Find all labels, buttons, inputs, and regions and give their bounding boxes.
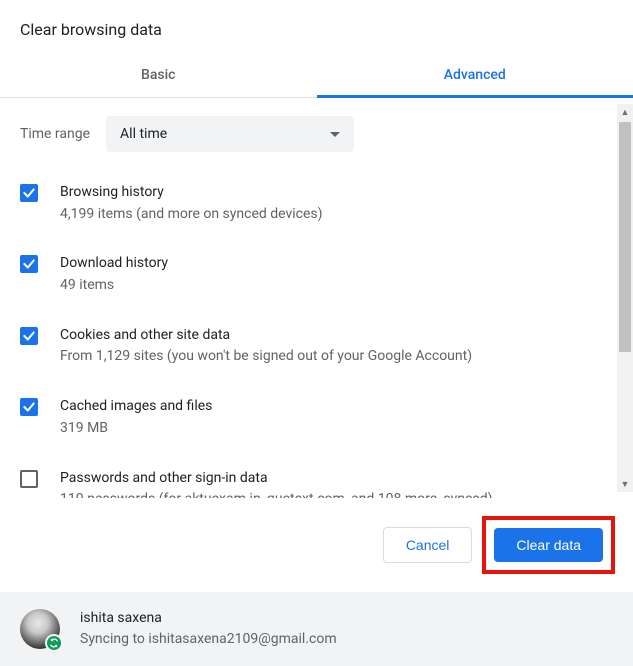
annotation-highlight: Clear data	[482, 516, 615, 574]
time-range-row: Time range All time	[20, 98, 613, 172]
list-item: Cached images and files319 MB	[20, 386, 613, 457]
dialog-title: Clear browsing data	[0, 0, 633, 55]
item-text: Cookies and other site dataFrom 1,129 si…	[60, 325, 472, 368]
sync-badge-icon	[45, 634, 63, 652]
time-range-label: Time range	[20, 126, 90, 142]
item-label: Browsing history	[60, 182, 323, 204]
list-item: Browsing history4,199 items (and more on…	[20, 172, 613, 243]
item-text: Download history49 items	[60, 253, 168, 296]
time-range-select[interactable]: All time	[106, 116, 354, 152]
caret-down-icon	[330, 126, 340, 142]
clear-browsing-data-dialog: Clear browsing data Basic Advanced Time …	[0, 0, 633, 666]
item-text: Browsing history4,199 items (and more on…	[60, 182, 323, 225]
item-label: Download history	[60, 253, 168, 275]
scroll-up-arrow-icon[interactable]: ▲	[617, 104, 633, 120]
cancel-button[interactable]: Cancel	[383, 527, 473, 563]
item-label: Cached images and files	[60, 396, 212, 418]
item-description: 110 passwords (for aktuexam.in, quetext.…	[60, 489, 492, 498]
dialog-actions: Cancel Clear data	[0, 498, 633, 592]
list-item: Passwords and other sign-in data110 pass…	[20, 458, 613, 499]
checkbox[interactable]	[20, 327, 38, 345]
tab-advanced[interactable]: Advanced	[317, 55, 633, 97]
tab-bar: Basic Advanced	[0, 55, 633, 98]
list-item: Cookies and other site dataFrom 1,129 si…	[20, 315, 613, 386]
item-text: Passwords and other sign-in data110 pass…	[60, 468, 492, 499]
tab-basic[interactable]: Basic	[0, 55, 317, 97]
account-text: ishita saxena Syncing to ishitasaxena210…	[80, 608, 337, 650]
item-description: 49 items	[60, 275, 168, 297]
account-name: ishita saxena	[80, 608, 337, 629]
list-item: Download history49 items	[20, 243, 613, 314]
item-text: Cached images and files319 MB	[60, 396, 212, 439]
item-label: Cookies and other site data	[60, 325, 472, 347]
account-status: Syncing to ishitasaxena2109@gmail.com	[80, 629, 337, 650]
clear-data-button[interactable]: Clear data	[494, 528, 603, 562]
item-description: 319 MB	[60, 418, 212, 440]
checkbox[interactable]	[20, 255, 38, 273]
time-range-value: All time	[120, 126, 167, 142]
scrollbar[interactable]: ▲ ▼	[617, 104, 633, 492]
options-list: Browsing history4,199 items (and more on…	[20, 172, 613, 498]
item-label: Passwords and other sign-in data	[60, 468, 492, 490]
account-row: ishita saxena Syncing to ishitasaxena210…	[0, 592, 633, 666]
scrollbar-thumb[interactable]	[619, 122, 631, 352]
checkbox[interactable]	[20, 398, 38, 416]
checkbox[interactable]	[20, 470, 38, 488]
item-description: From 1,129 sites (you won't be signed ou…	[60, 346, 472, 368]
avatar-wrap	[20, 609, 60, 649]
options-scroll-area: Time range All time Browsing history4,19…	[0, 98, 633, 498]
checkbox[interactable]	[20, 184, 38, 202]
item-description: 4,199 items (and more on synced devices)	[60, 204, 323, 226]
scroll-down-arrow-icon[interactable]: ▼	[617, 476, 633, 492]
